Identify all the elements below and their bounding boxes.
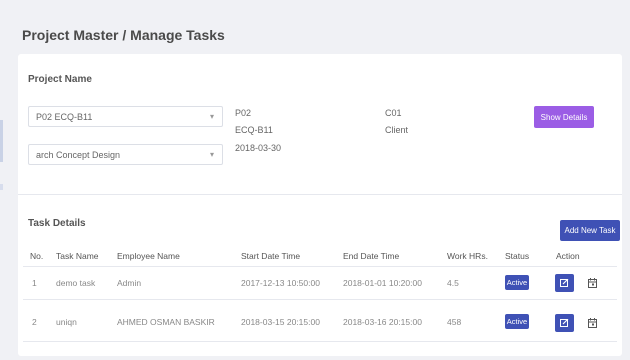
- cell-employee-name: Admin: [117, 278, 142, 288]
- column-header-end-date-time: End Date Time: [343, 251, 400, 261]
- status-badge[interactable]: Active: [505, 275, 529, 290]
- cell-no: 2: [32, 317, 37, 327]
- cell-end-date-time: 2018-01-01 10:20:00: [343, 278, 422, 288]
- cell-work-hours: 4.5: [447, 278, 459, 288]
- page-title: Project Master / Manage Tasks: [22, 27, 225, 43]
- show-details-button[interactable]: Show Details: [534, 106, 594, 128]
- column-header-task-name: Task Name: [56, 251, 99, 261]
- left-edge-marker: [0, 120, 3, 162]
- chevron-down-icon: ▾: [209, 112, 214, 121]
- column-header-action: Action: [556, 251, 580, 261]
- cell-work-hours: 458: [447, 317, 462, 327]
- left-edge-marker: [0, 184, 3, 190]
- section-divider: [18, 194, 622, 195]
- project-select-value: P02 ECQ-B11: [36, 112, 93, 122]
- cell-task-name: uniqn: [56, 317, 77, 327]
- client-code: C01: [385, 108, 402, 118]
- project-date: 2018-03-30: [235, 143, 282, 153]
- cell-no: 1: [32, 278, 37, 288]
- add-new-task-button[interactable]: Add New Task: [560, 220, 620, 241]
- column-header-start-date-time: Start Date Time: [241, 251, 301, 261]
- edit-icon: [560, 319, 569, 327]
- project-number: ECQ-B11: [235, 125, 273, 135]
- row-divider: [23, 299, 617, 300]
- chevron-down-icon: ▾: [209, 150, 214, 159]
- cell-end-date-time: 2018-03-16 20:15:00: [343, 317, 422, 327]
- task-select[interactable]: arch Concept Design ▾: [28, 144, 223, 165]
- task-select-value: arch Concept Design: [36, 150, 121, 160]
- column-header-no: No.: [30, 251, 44, 261]
- column-header-employee-name: Employee Name: [117, 251, 180, 261]
- column-header-work-hours: Work HRs.: [447, 251, 488, 261]
- client-label: Client: [385, 125, 409, 135]
- edit-icon: [560, 279, 569, 287]
- row-divider: [23, 341, 617, 342]
- cell-task-name: demo task: [56, 278, 96, 288]
- edit-button[interactable]: [555, 274, 574, 292]
- cell-employee-name: AHMED OSMAN BASKIR: [117, 317, 215, 327]
- column-header-status: Status: [505, 251, 530, 261]
- main-card: Project Name P02 ECQ-B11 ▾ arch Concept …: [18, 54, 622, 356]
- calendar-icon[interactable]: [588, 318, 597, 328]
- cell-start-date-time: 2017-12-13 10:50:00: [241, 278, 320, 288]
- project-name-label: Project Name: [28, 74, 92, 85]
- cell-start-date-time: 2018-03-15 20:15:00: [241, 317, 320, 327]
- task-details-label: Task Details: [28, 218, 86, 229]
- status-badge[interactable]: Active: [505, 314, 529, 329]
- project-code: P02: [235, 108, 252, 118]
- edit-button[interactable]: [555, 314, 574, 332]
- table-header-divider: [23, 266, 617, 267]
- project-select[interactable]: P02 ECQ-B11 ▾: [28, 106, 223, 127]
- calendar-icon[interactable]: [588, 278, 597, 288]
